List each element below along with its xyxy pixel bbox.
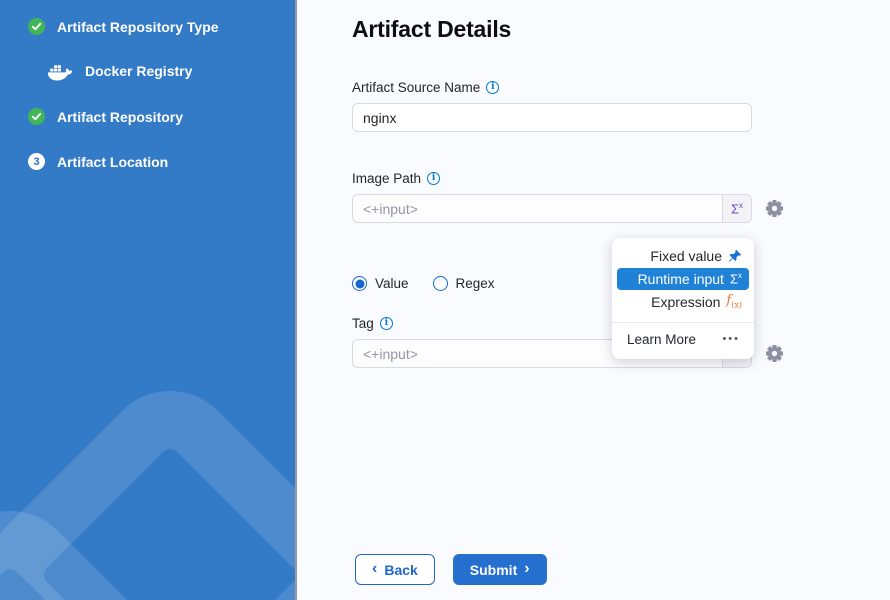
menu-item-expression[interactable]: Expression f(x) — [612, 291, 754, 313]
gear-icon[interactable] — [765, 344, 784, 363]
artifact-source-name-label: Artifact Source Name i — [352, 80, 890, 95]
sigma-icon: Σx — [730, 272, 742, 285]
artifact-source-name-group: Artifact Source Name i — [352, 80, 890, 132]
sidebar-step-artifact-location[interactable]: 3 Artifact Location — [0, 153, 295, 170]
sidebar-step-artifact-repository[interactable]: Artifact Repository — [0, 108, 295, 125]
info-icon[interactable]: i — [380, 317, 393, 330]
sidebar-step-artifact-repository-type[interactable]: Artifact Repository Type — [0, 18, 295, 35]
chevron-right-icon: › — [524, 561, 529, 577]
step-label: Artifact Location — [57, 154, 168, 170]
radio-value[interactable]: Value — [352, 276, 409, 291]
image-path-group: Image Path i Σx — [352, 171, 890, 223]
learn-more-link[interactable]: Learn More — [627, 332, 696, 347]
image-path-input[interactable] — [353, 195, 722, 222]
docker-whale-icon — [47, 61, 73, 81]
radio-unselected-icon — [433, 276, 448, 291]
substep-label: Docker Registry — [85, 63, 192, 79]
input-type-dropdown-menu: Fixed value Runtime input Σx Expression … — [612, 238, 754, 359]
step-number-badge: 3 — [28, 153, 45, 170]
radio-regex[interactable]: Regex — [433, 276, 495, 291]
more-options-icon[interactable]: ••• — [722, 334, 740, 345]
page-title: Artifact Details — [352, 16, 890, 43]
radio-selected-icon — [352, 276, 367, 291]
fx-icon: f(x) — [726, 294, 742, 310]
wizard-sidebar: Artifact Repository Type Docker Registry — [0, 0, 297, 600]
sidebar-item-docker-registry[interactable]: Docker Registry — [0, 61, 295, 81]
info-icon[interactable]: i — [486, 81, 499, 94]
check-circle-icon — [28, 18, 45, 35]
step-label: Artifact Repository Type — [57, 19, 219, 35]
back-button[interactable]: ‹ Back — [355, 554, 435, 585]
artifact-details-panel: Artifact Details Artifact Source Name i … — [299, 0, 890, 600]
info-icon[interactable]: i — [427, 172, 440, 185]
check-circle-icon — [28, 108, 45, 125]
wizard-footer: ‹ Back Submit › — [352, 554, 890, 585]
gear-icon[interactable] — [765, 199, 784, 218]
pin-icon — [728, 249, 742, 263]
image-path-label: Image Path i — [352, 171, 890, 186]
step-label: Artifact Repository — [57, 109, 183, 125]
artifact-source-name-input[interactable] — [352, 103, 752, 132]
chevron-left-icon: ‹ — [372, 561, 377, 577]
artifact-wizard-window: Artifact Repository Type Docker Registry — [0, 0, 890, 600]
runtime-input-type-button[interactable]: Σx — [722, 195, 751, 222]
image-path-input-wrap: Σx — [352, 194, 752, 223]
menu-item-runtime-input[interactable]: Runtime input Σx — [617, 268, 749, 290]
menu-item-fixed-value[interactable]: Fixed value — [612, 245, 754, 267]
submit-button[interactable]: Submit › — [453, 554, 547, 585]
menu-footer: Learn More ••• — [612, 323, 754, 359]
